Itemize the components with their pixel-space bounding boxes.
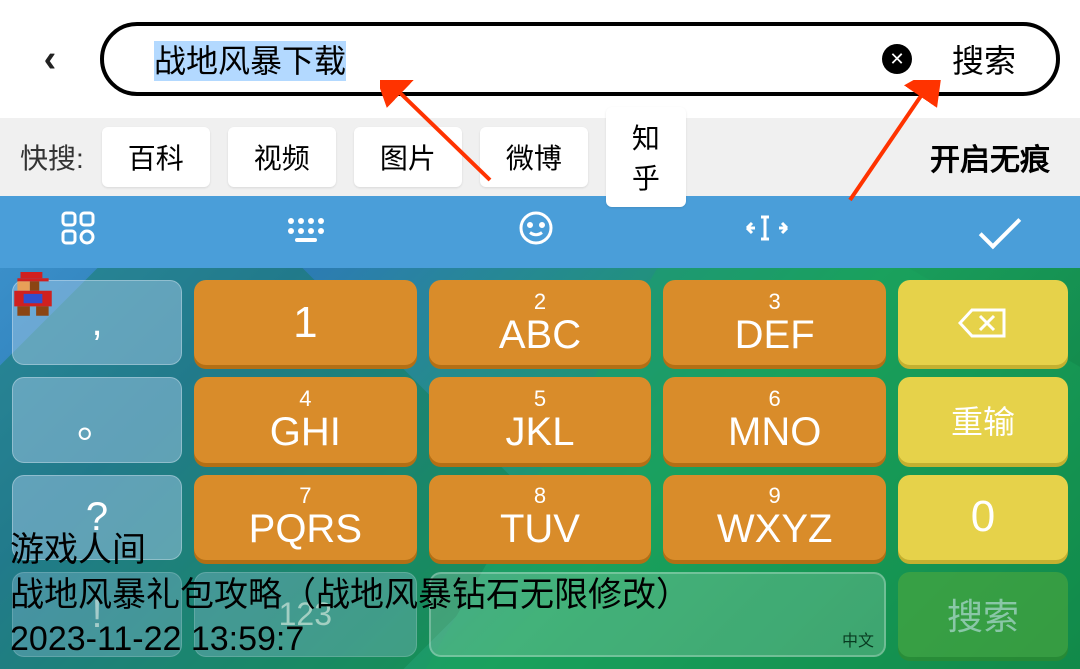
keyboard-grid-icon[interactable]	[285, 213, 329, 252]
quick-search-label: 快搜:	[20, 137, 84, 177]
watermark-line1: 游戏人间	[10, 528, 690, 572]
clear-icon[interactable]: ✕	[882, 44, 912, 74]
key-2-abc[interactable]: 2ABC	[429, 280, 652, 365]
emoji-icon[interactable]	[518, 210, 554, 255]
key-4-ghi[interactable]: 4GHI	[194, 377, 417, 462]
key-9-wxyz[interactable]: 9WXYZ	[663, 475, 886, 560]
apps-icon[interactable]	[60, 210, 96, 255]
key-period[interactable]: 。	[12, 377, 182, 462]
search-input[interactable]: 战地风暴下载	[154, 36, 882, 82]
qs-item-video[interactable]: 视频	[228, 127, 336, 187]
key-retype[interactable]: 重输	[898, 377, 1068, 462]
key-search-action[interactable]: 搜索	[898, 572, 1068, 657]
key-zero[interactable]: 0	[898, 475, 1068, 560]
qs-item-zhihu[interactable]: 知乎	[606, 107, 686, 207]
key-5-jkl[interactable]: 5JKL	[429, 377, 652, 462]
watermark-line2: 战地风暴礼包攻略（战地风暴钻石无限修改）	[10, 573, 690, 617]
key-backspace[interactable]	[898, 280, 1068, 365]
key-3-def[interactable]: 3DEF	[663, 280, 886, 365]
key-1[interactable]: 1	[194, 280, 417, 365]
mario-sprite-icon	[8, 272, 58, 322]
search-button[interactable]: 搜索	[942, 36, 1026, 82]
watermark-overlay: 游戏人间 战地风暴礼包攻略（战地风暴钻石无限修改） 2023-11-22 13:…	[10, 528, 690, 661]
key-6-mno[interactable]: 6MNO	[663, 377, 886, 462]
qs-item-baike[interactable]: 百科	[102, 127, 210, 187]
cursor-icon[interactable]	[743, 213, 791, 252]
annotation-arrow-left	[380, 80, 500, 190]
watermark-line3: 2023-11-22 13:59:7	[10, 617, 690, 661]
collapse-keyboard-icon[interactable]	[980, 226, 1020, 238]
annotation-arrow-right	[840, 80, 960, 210]
back-button[interactable]: ‹	[20, 38, 80, 81]
